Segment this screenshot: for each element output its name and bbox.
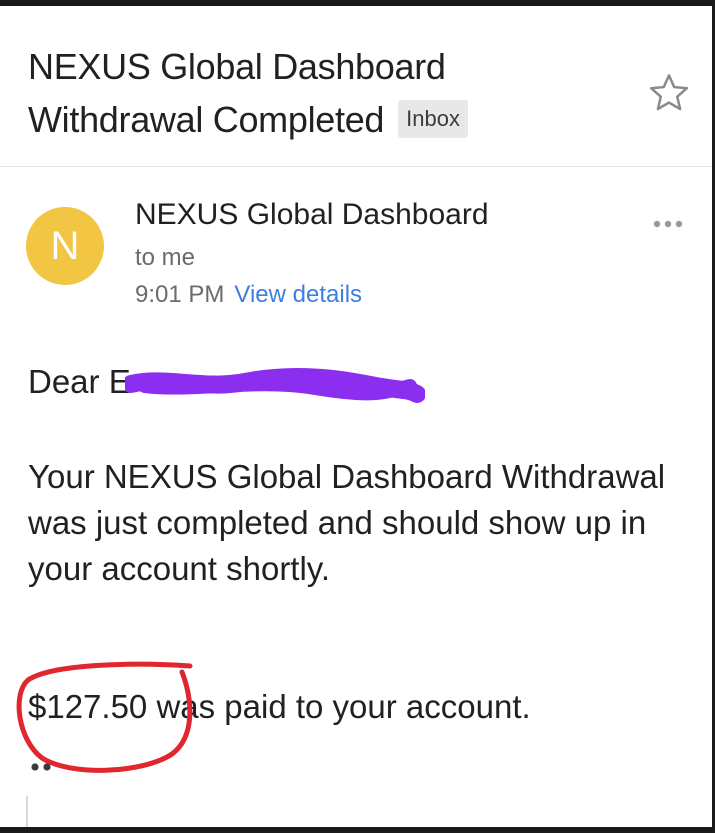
paid-statement: $127.50 was paid to your account. xyxy=(28,688,531,725)
more-horizontal-icon[interactable] xyxy=(652,219,684,229)
email-subject: NEXUS Global Dashboard Withdrawal Comple… xyxy=(28,40,628,146)
star-icon[interactable] xyxy=(646,70,692,116)
time-row: 9:01 PM View details xyxy=(135,279,362,311)
subject-line-2-text: Withdrawal Completed xyxy=(28,99,385,140)
subject-line-2: Withdrawal Completed Inbox xyxy=(28,93,628,146)
sender-name[interactable]: NEXUS Global Dashboard xyxy=(135,195,489,235)
sender-header: N NEXUS Global Dashboard to me 9:01 PM Vi… xyxy=(0,167,712,327)
message-text: Your NEXUS Global Dashboard Withdrawal w… xyxy=(28,458,666,587)
email-screen: NEXUS Global Dashboard Withdrawal Comple… xyxy=(0,6,712,827)
quoted-text-divider xyxy=(26,796,28,827)
view-details-link[interactable]: View details xyxy=(234,281,362,308)
sender-avatar[interactable]: N xyxy=(26,207,104,285)
redaction-scribble xyxy=(125,367,425,403)
subject-header: NEXUS Global Dashboard Withdrawal Comple… xyxy=(0,6,712,167)
recipient-label: to me xyxy=(135,244,196,271)
ellipsis-icon[interactable] xyxy=(30,760,54,774)
subject-line-1: NEXUS Global Dashboard xyxy=(28,46,446,87)
received-time: 9:01 PM xyxy=(135,281,225,308)
inbox-label-badge[interactable]: Inbox xyxy=(398,100,468,138)
